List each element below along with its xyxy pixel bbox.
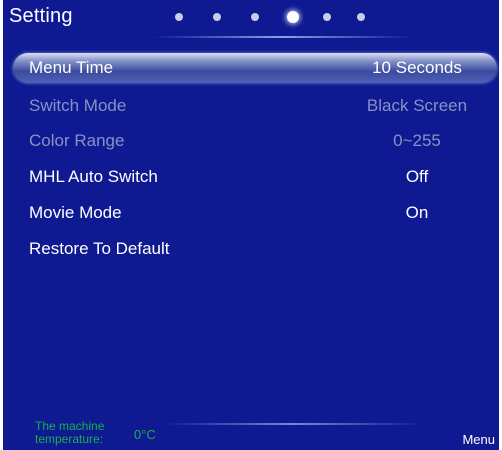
menu-item-label: Menu Time <box>29 58 114 77</box>
menu-item-value: On <box>405 203 429 222</box>
menu-item-mhl-auto-switch[interactable]: MHL Auto Switch Off <box>3 160 499 194</box>
menu-item-label: Switch Mode <box>29 96 127 115</box>
page-dot-4[interactable] <box>287 11 299 23</box>
menu-item-restore-to-default[interactable]: Restore To Default <box>3 232 499 266</box>
menu-item-label: Color Range <box>29 131 125 150</box>
menu-item-value: Off <box>405 167 429 186</box>
menu-item-label: Restore To Default <box>29 239 170 258</box>
temperature-value: 0°C <box>134 427 156 442</box>
menu-item-switch-mode: Switch Mode Black Screen <box>3 89 499 123</box>
page-dot-5[interactable] <box>323 13 331 21</box>
menu-item-label: Movie Mode <box>29 203 122 222</box>
menu-item-label: MHL Auto Switch <box>29 167 158 186</box>
menu-hint: Menu <box>462 432 495 447</box>
page-dot-1[interactable] <box>175 13 183 21</box>
menu-item-menu-time[interactable]: Menu Time 10 Seconds <box>13 53 497 83</box>
menu-item-movie-mode[interactable]: Movie Mode On <box>3 196 499 230</box>
menu-item-value: 10 Seconds <box>372 58 462 77</box>
temperature-label: The machine temperature: <box>35 419 105 446</box>
page-dot-3[interactable] <box>251 13 259 21</box>
footer-divider <box>163 423 423 425</box>
title-divider <box>153 36 413 38</box>
menu-item-value: Black Screen <box>366 96 468 115</box>
menu-item-color-range: Color Range 0~255 <box>3 124 499 158</box>
page-dot-6[interactable] <box>357 13 365 21</box>
menu-item-value: 0~255 <box>393 131 441 150</box>
page-title: Setting <box>9 5 73 27</box>
osd-screen: Setting Menu Time 10 Seconds Switch Mode… <box>3 0 499 450</box>
page-dot-2[interactable] <box>213 13 221 21</box>
